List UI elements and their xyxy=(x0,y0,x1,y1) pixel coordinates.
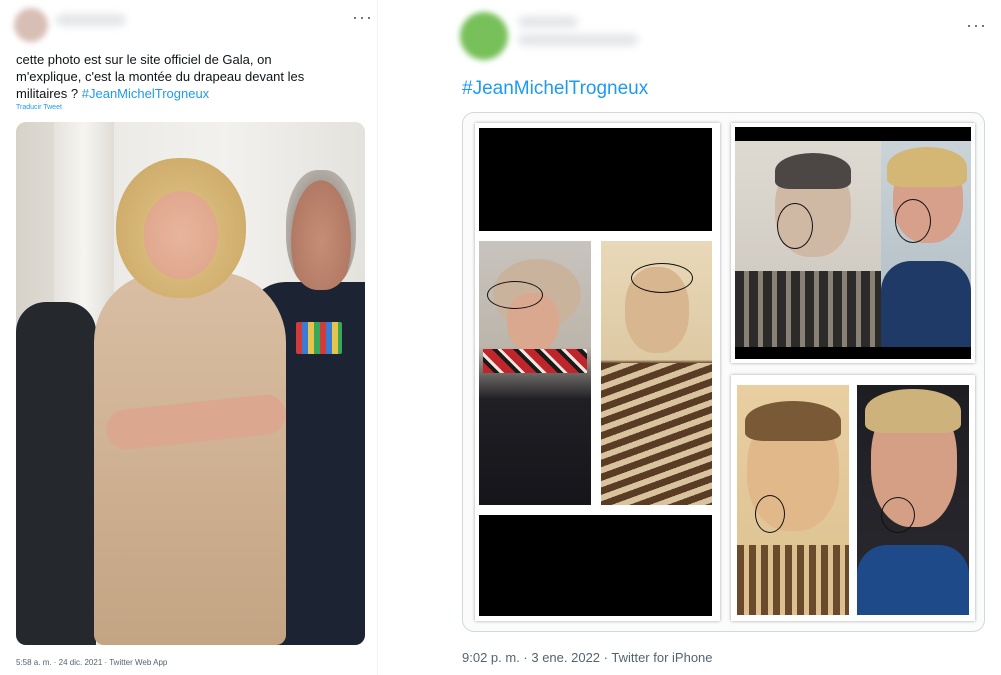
right-tweet-collage-image[interactable] xyxy=(462,112,985,632)
annotation-circle xyxy=(755,495,785,533)
left-tweet-photo[interactable] xyxy=(16,122,365,645)
collage-photo-woman-closeup xyxy=(857,385,969,615)
photo-woman-dress xyxy=(94,272,286,645)
right-author-handle-blurred[interactable] xyxy=(518,34,638,46)
collage-panel-right-bottom xyxy=(731,375,975,621)
left-avatar[interactable] xyxy=(14,8,48,42)
right-avatar[interactable] xyxy=(460,12,508,60)
left-tweet-text: cette photo est sur le site officiel de … xyxy=(16,51,366,102)
collage-black-block-bottom xyxy=(479,515,712,616)
left-tweet: ··· cette photo est sur le site officiel… xyxy=(0,0,378,675)
right-more-icon[interactable]: ··· xyxy=(966,16,987,34)
photo-person-left-dark xyxy=(16,302,96,645)
collage-panel-right-top xyxy=(731,123,975,363)
left-author-name-blurred[interactable] xyxy=(56,14,126,26)
annotation-circle xyxy=(895,199,931,243)
collage-photo-boy-striped-1 xyxy=(601,241,712,505)
collage-photo-boy-smiling xyxy=(735,141,881,347)
right-tweet: ··· #JeanMichelTrogneux 9:02 p. m. · 3 e… xyxy=(380,0,1001,675)
collage-photo-woman-blonde xyxy=(881,141,971,347)
collage-photo-boy-striped-2 xyxy=(737,385,849,615)
collage-photo-woman-hat xyxy=(479,241,591,505)
annotation-circle xyxy=(487,281,543,309)
annotation-circle xyxy=(881,497,915,533)
photo-medals xyxy=(296,322,342,354)
left-tweet-text-line1: cette photo est sur le site officiel de … xyxy=(16,52,272,67)
annotation-circle xyxy=(631,263,693,293)
left-tweet-text-line3: militaires ? xyxy=(16,86,82,101)
right-hashtag-link[interactable]: #JeanMichelTrogneux xyxy=(462,78,648,100)
photo-officer-head xyxy=(286,170,356,290)
right-tweet-timestamp[interactable]: 9:02 p. m. · 3 ene. 2022 · Twitter for i… xyxy=(462,650,713,665)
annotation-circle xyxy=(777,203,813,249)
right-author-name-blurred[interactable] xyxy=(518,16,578,28)
left-tweet-text-line2: m'explique, c'est la montée du drapeau d… xyxy=(16,69,305,84)
left-tweet-timestamp[interactable]: 5:58 a. m. · 24 dic. 2021 · Twitter Web … xyxy=(16,658,167,667)
left-hashtag-link[interactable]: #JeanMichelTrogneux xyxy=(82,86,209,101)
collage-panel-left xyxy=(475,123,720,621)
collage-black-bar-top xyxy=(735,127,971,141)
left-more-icon[interactable]: ··· xyxy=(352,8,373,26)
collage-black-bar-bottom xyxy=(735,347,971,359)
collage-black-block-top xyxy=(479,128,712,231)
translate-tweet-link[interactable]: Traducir Tweet xyxy=(16,104,62,111)
photo-woman-hair xyxy=(116,158,246,298)
